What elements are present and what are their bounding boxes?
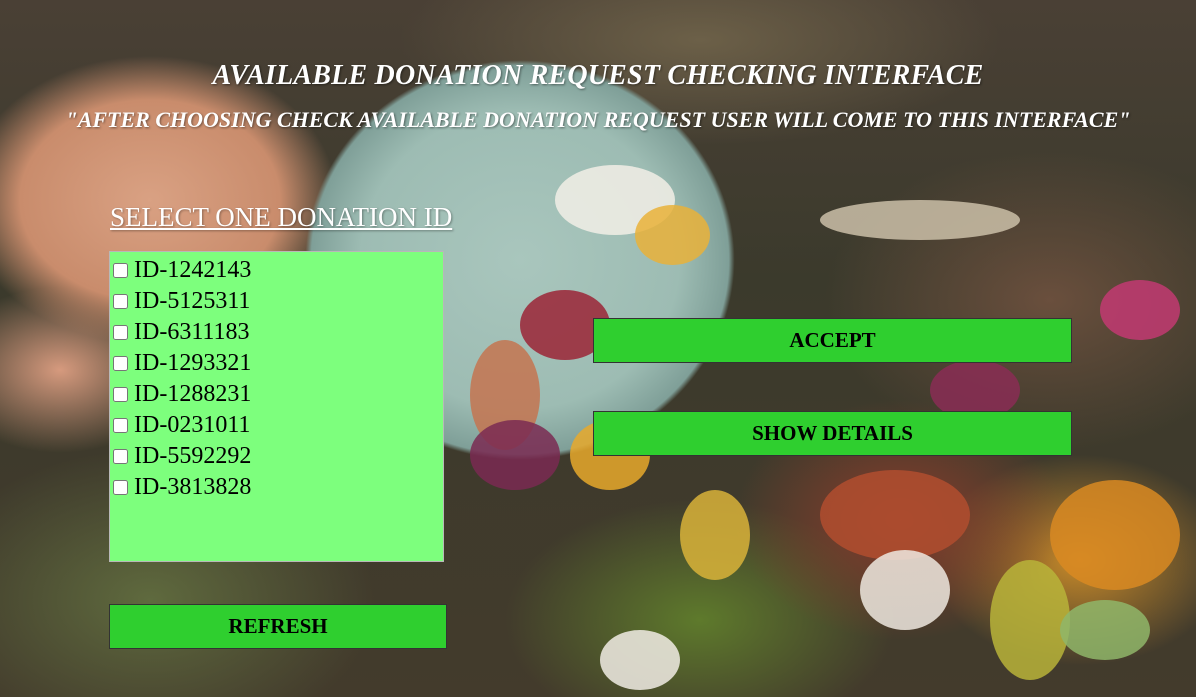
background-scrap	[635, 205, 710, 265]
refresh-button[interactable]: REFRESH	[109, 604, 447, 649]
donation-id-checkbox[interactable]	[113, 356, 128, 371]
page-title: AVAILABLE DONATION REQUEST CHECKING INTE…	[212, 60, 984, 91]
donation-id-item[interactable]: ID-5592292	[110, 441, 443, 472]
donation-id-checkbox[interactable]	[113, 263, 128, 278]
donation-id-label: ID-0231011	[134, 412, 251, 438]
donation-id-label: ID-5125311	[134, 288, 251, 314]
donation-id-item[interactable]: ID-1288231	[110, 379, 443, 410]
donation-id-checkbox[interactable]	[113, 294, 128, 309]
background-scrap	[1060, 600, 1150, 660]
page-subtitle: "AFTER CHOOSING CHECK AVAILABLE DONATION…	[65, 107, 1131, 132]
accept-button[interactable]: ACCEPT	[593, 318, 1072, 363]
donation-id-checkbox[interactable]	[113, 480, 128, 495]
donation-id-label: ID-1242143	[134, 257, 252, 283]
donation-id-label: ID-6311183	[134, 319, 250, 345]
donation-id-item[interactable]: ID-1242143	[110, 255, 443, 286]
donation-id-checkbox[interactable]	[113, 449, 128, 464]
donation-id-item[interactable]: ID-1293321	[110, 348, 443, 379]
background-scrap	[1100, 280, 1180, 340]
donation-id-item[interactable]: ID-0231011	[110, 410, 443, 441]
background-scrap	[1050, 480, 1180, 590]
donation-id-checkbox[interactable]	[113, 325, 128, 340]
background-scrap	[860, 550, 950, 630]
donation-id-list[interactable]: ID-1242143 ID-5125311 ID-6311183 ID-1293…	[109, 251, 444, 562]
donation-id-item[interactable]: ID-3813828	[110, 472, 443, 503]
donation-id-checkbox[interactable]	[113, 387, 128, 402]
background-scrap	[600, 630, 680, 690]
select-donation-id-label: SELECT ONE DONATION ID	[110, 202, 453, 232]
background-scrap	[990, 560, 1070, 680]
donation-id-label: ID-5592292	[134, 443, 252, 469]
donation-id-label: ID-3813828	[134, 474, 252, 500]
donation-id-label: ID-1288231	[134, 381, 252, 407]
background-scrap	[680, 490, 750, 580]
donation-id-checkbox[interactable]	[113, 418, 128, 433]
donation-id-label: ID-1293321	[134, 350, 252, 376]
show-details-button[interactable]: SHOW DETAILS	[593, 411, 1072, 456]
background-scrap	[470, 420, 560, 490]
donation-id-item[interactable]: ID-5125311	[110, 286, 443, 317]
background-scrap	[820, 200, 1020, 240]
donation-request-page: AVAILABLE DONATION REQUEST CHECKING INTE…	[0, 0, 1196, 697]
donation-id-item[interactable]: ID-6311183	[110, 317, 443, 348]
background-scrap	[820, 470, 970, 560]
